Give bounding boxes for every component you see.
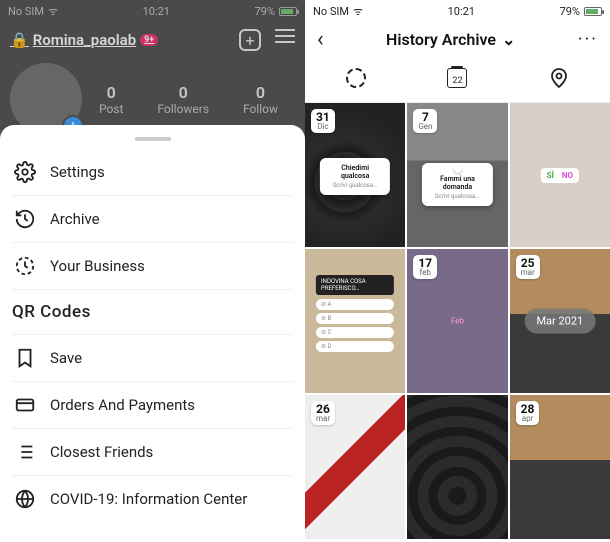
tab-calendar[interactable]: 22 xyxy=(445,66,469,90)
menu-closest-friends[interactable]: Closest Friends xyxy=(12,429,293,476)
globe-icon xyxy=(14,488,36,510)
tab-reload[interactable] xyxy=(344,66,368,90)
battery-pct: 79% xyxy=(560,5,580,18)
calendar-icon: 22 xyxy=(447,68,467,88)
story-cell[interactable]: INDOVINA COSA PREFERISCO… ⊘ A ⊘ B ⊘ C ⊘ … xyxy=(305,249,405,393)
date-chip: 7Gen xyxy=(413,109,437,133)
story-cell[interactable]: 7Gen Fammi una domandaScrivi qualcosa... xyxy=(407,103,507,247)
story-grid: 31Dic Chiedimi qualcosaScrivi qualcosa..… xyxy=(305,103,610,539)
stat-posts[interactable]: 0 Post xyxy=(99,83,123,116)
bookmark-icon xyxy=(14,347,36,369)
story-cell[interactable]: SÍNO xyxy=(510,103,610,247)
stat-following[interactable]: 0 Follow xyxy=(243,83,278,116)
menu-button[interactable] xyxy=(275,29,295,51)
location-pin-icon xyxy=(547,66,571,90)
create-post-button[interactable]: + xyxy=(239,29,261,51)
menu-business[interactable]: Your Business xyxy=(12,243,293,290)
wifi-icon: ᯤ xyxy=(353,4,363,19)
sheet-handle[interactable] xyxy=(135,137,171,141)
battery-icon xyxy=(584,7,602,16)
menu-qr-codes[interactable]: QR Codes xyxy=(12,290,293,335)
story-cell[interactable]: 31Dic Chiedimi qualcosaScrivi qualcosa..… xyxy=(305,103,405,247)
date-chip: 28apr xyxy=(516,401,540,425)
story-cell[interactable] xyxy=(407,395,507,539)
reload-icon xyxy=(346,68,366,88)
date-chip: 26mar xyxy=(311,401,335,425)
archive-header: ‹ History Archive ⌄ ··· xyxy=(305,19,610,56)
carrier-text: No SIM xyxy=(8,5,44,18)
wifi-icon: ᯤ xyxy=(48,4,58,19)
story-cell[interactable]: 28apr xyxy=(510,395,610,539)
menu-orders[interactable]: Orders And Payments xyxy=(12,382,293,429)
archive-tabs: 22 xyxy=(305,56,610,103)
insights-icon xyxy=(14,255,36,277)
profile-stats-row: + 0 Post 0 Followers 0 Follow xyxy=(0,57,305,135)
battery-icon xyxy=(279,7,297,16)
archive-title-dropdown[interactable]: History Archive ⌄ xyxy=(386,30,515,49)
carrier-text: No SIM xyxy=(313,5,349,18)
archive-title-text: History Archive xyxy=(386,30,496,49)
status-bar-right: No SIM ᯤ 10:21 79% xyxy=(305,0,610,19)
credit-card-icon xyxy=(14,394,36,416)
username-text: Romina_paolab xyxy=(33,31,136,49)
back-button[interactable]: ‹ xyxy=(317,27,324,52)
date-chip: 25mar xyxy=(516,255,540,279)
lock-icon: 🔒 xyxy=(10,31,29,49)
menu-settings[interactable]: Settings xyxy=(12,149,293,196)
question-sticker: Fammi una domandaScrivi qualcosa... xyxy=(422,163,492,206)
more-options-button[interactable]: ··· xyxy=(578,29,598,50)
history-icon xyxy=(14,208,36,230)
stat-followers[interactable]: 0 Followers xyxy=(157,83,209,116)
poll-sticker: SÍNO xyxy=(541,168,579,183)
bottom-sheet: Settings Archive Your Business QR Codes … xyxy=(0,125,305,542)
profile-header: 🔒 Romina_paolab 9+ + xyxy=(0,19,305,57)
notification-badge: 9+ xyxy=(140,34,158,46)
battery-pct: 79% xyxy=(255,5,275,18)
story-cell[interactable]: 17feb Feb xyxy=(407,249,507,393)
username-dropdown[interactable]: 🔒 Romina_paolab 9+ xyxy=(10,31,158,49)
date-chip: 31Dic xyxy=(311,109,335,133)
clock-text: 10:21 xyxy=(448,5,475,18)
tab-location[interactable] xyxy=(547,66,571,90)
list-icon xyxy=(14,441,36,463)
question-sticker: Chiedimi qualcosaScrivi qualcosa... xyxy=(320,158,390,195)
date-chip: 17feb xyxy=(413,255,437,279)
story-text: Feb xyxy=(451,317,464,326)
gear-icon xyxy=(14,161,36,183)
menu-covid[interactable]: COVID-19: Information Center xyxy=(12,476,293,522)
month-overlay-badge: Mar 2021 xyxy=(524,309,595,334)
quiz-sticker: INDOVINA COSA PREFERISCO… ⊘ A ⊘ B ⊘ C ⊘ … xyxy=(316,275,394,355)
clock-text: 10:21 xyxy=(143,5,170,18)
story-cell[interactable]: 25mar Mar 2021 xyxy=(510,249,610,393)
menu-save[interactable]: Save xyxy=(12,335,293,382)
chevron-down-icon: ⌄ xyxy=(502,30,515,49)
menu-archive[interactable]: Archive xyxy=(12,196,293,243)
status-bar-left: No SIM ᯤ 10:21 79% xyxy=(0,0,305,19)
story-cell[interactable]: 26mar xyxy=(305,395,405,539)
